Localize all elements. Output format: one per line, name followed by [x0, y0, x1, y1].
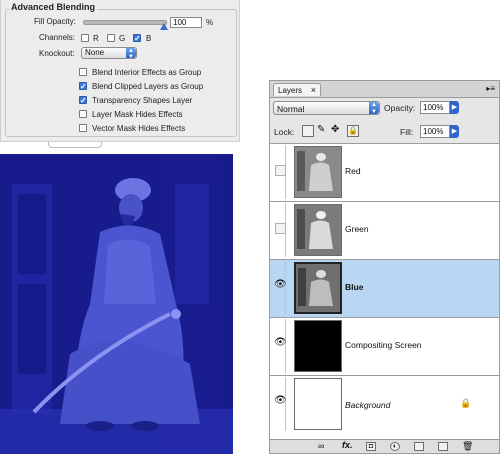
- channel-r-checkbox[interactable]: [81, 34, 89, 42]
- blend-clipped-label: Blend Clipped Layers as Group: [92, 82, 204, 91]
- eye-icon: 👁: [274, 279, 287, 290]
- channel-b-label: B: [146, 34, 152, 43]
- panel-tab-fragment: [48, 142, 102, 148]
- opacity-input[interactable]: 100%: [420, 101, 450, 114]
- folder-icon[interactable]: [414, 442, 424, 451]
- link-icon[interactable]: ∞: [318, 441, 324, 451]
- layer-name: Green: [345, 224, 369, 234]
- channel-g-label: G: [119, 34, 126, 43]
- visibility-toggle[interactable]: 👁: [272, 319, 287, 373]
- visibility-toggle[interactable]: 👁: [272, 377, 287, 431]
- lock-all-icon[interactable]: 🔒: [347, 125, 359, 137]
- chevron-updown-icon: ▲ ▼: [369, 102, 379, 115]
- visibility-toggle[interactable]: [272, 145, 286, 199]
- layer-name: Background: [345, 400, 391, 410]
- fill-input[interactable]: 100%: [420, 125, 450, 138]
- channel-g-checkbox[interactable]: [107, 34, 115, 42]
- layer-name: Blue: [345, 282, 364, 292]
- layer-row-blue[interactable]: 👁 Blue: [270, 259, 499, 317]
- layer-row-green[interactable]: Green: [270, 201, 499, 259]
- fx-icon[interactable]: fx.: [342, 440, 353, 450]
- tab-layers[interactable]: Layers ×: [273, 83, 321, 96]
- knockout-select[interactable]: None ▲ ▼: [81, 47, 137, 60]
- fill-arrow-button[interactable]: ▶: [450, 125, 459, 138]
- layer-name: Compositing Screen: [345, 340, 422, 350]
- lock-label: Lock:: [274, 127, 295, 137]
- fill-opacity-slider[interactable]: [83, 20, 167, 25]
- blend-interior-label: Blend Interior Effects as Group: [92, 68, 202, 77]
- layers-bottom-toolbar: ∞ fx. ◘ ◐ 🗑: [270, 439, 499, 453]
- layer-thumbnail: [294, 204, 342, 256]
- blend-interior-checkbox[interactable]: [79, 68, 87, 76]
- layer-mask-hides-checkbox[interactable]: [79, 110, 87, 118]
- fill-opacity-unit: %: [206, 18, 214, 27]
- visibility-toggle[interactable]: [272, 203, 286, 257]
- blue-channel-photo: [0, 154, 233, 454]
- transparency-shapes-label: Transparency Shapes Layer: [92, 96, 193, 105]
- adjustment-icon[interactable]: ◐: [390, 442, 400, 451]
- hidden-visibility-box: [275, 165, 286, 176]
- lock-transparent-icon[interactable]: [302, 125, 314, 137]
- fill-opacity-label: Fill Opacity:: [34, 17, 76, 26]
- layer-name: Red: [345, 166, 361, 176]
- channels-label: Channels:: [39, 33, 76, 42]
- tab-layers-label: Layers: [278, 86, 303, 95]
- blend-mode-select[interactable]: Normal ▲ ▼: [273, 101, 380, 115]
- knockout-label: Knockout:: [39, 49, 75, 58]
- layers-panel: Layers × ▸≡ Normal ▲ ▼ Opacity: 100% ▶ Lo…: [269, 80, 500, 454]
- vector-mask-hides-checkbox[interactable]: [79, 124, 87, 132]
- layer-thumbnail: [294, 320, 342, 372]
- layer-row-compositing-screen[interactable]: 👁 Compositing Screen: [270, 317, 499, 375]
- layer-thumbnail: [294, 146, 342, 198]
- fill-opacity-slider-knob[interactable]: [160, 23, 168, 30]
- new-layer-icon[interactable]: [438, 442, 448, 451]
- fill-label: Fill:: [400, 127, 414, 137]
- knockout-select-value: None: [85, 48, 105, 57]
- blend-clipped-checkbox[interactable]: ✓: [79, 82, 87, 91]
- lock-icon: 🔒: [460, 398, 472, 408]
- layer-thumbnail: [294, 378, 342, 430]
- layer-row-red[interactable]: Red: [270, 143, 499, 201]
- vector-mask-hides-label: Vector Mask Hides Effects: [92, 124, 186, 133]
- lock-move-icon[interactable]: ✥: [331, 124, 339, 135]
- lock-paint-icon[interactable]: ✎: [317, 124, 325, 135]
- close-icon[interactable]: ×: [311, 84, 316, 97]
- layer-thumbnail: [294, 262, 342, 314]
- fill-opacity-input[interactable]: 100: [170, 17, 202, 28]
- channel-r-label: R: [93, 34, 99, 43]
- channel-b-checkbox[interactable]: ✓: [133, 34, 141, 43]
- visibility-toggle[interactable]: 👁: [272, 261, 287, 315]
- layer-mask-hides-label: Layer Mask Hides Effects: [92, 110, 183, 119]
- opacity-label: Opacity:: [384, 103, 416, 113]
- advanced-blending-panel: Advanced Blending Fill Opacity: 100 % Ch…: [0, 0, 240, 142]
- blend-mode-value: Normal: [277, 104, 305, 114]
- mask-icon[interactable]: ◘: [366, 442, 376, 451]
- trash-icon[interactable]: 🗑: [462, 441, 473, 452]
- layer-row-background[interactable]: 👁 Background 🔒: [270, 375, 499, 439]
- eye-icon: 👁: [274, 337, 287, 348]
- chevron-updown-icon: ▲ ▼: [126, 48, 136, 60]
- transparency-shapes-checkbox[interactable]: ✓: [79, 96, 87, 105]
- advanced-blending-title: Advanced Blending: [9, 2, 98, 12]
- panel-menu-icon[interactable]: ▸≡: [486, 84, 495, 93]
- eye-icon: 👁: [274, 395, 287, 406]
- opacity-arrow-button[interactable]: ▶: [450, 101, 459, 114]
- hidden-visibility-box: [275, 223, 286, 234]
